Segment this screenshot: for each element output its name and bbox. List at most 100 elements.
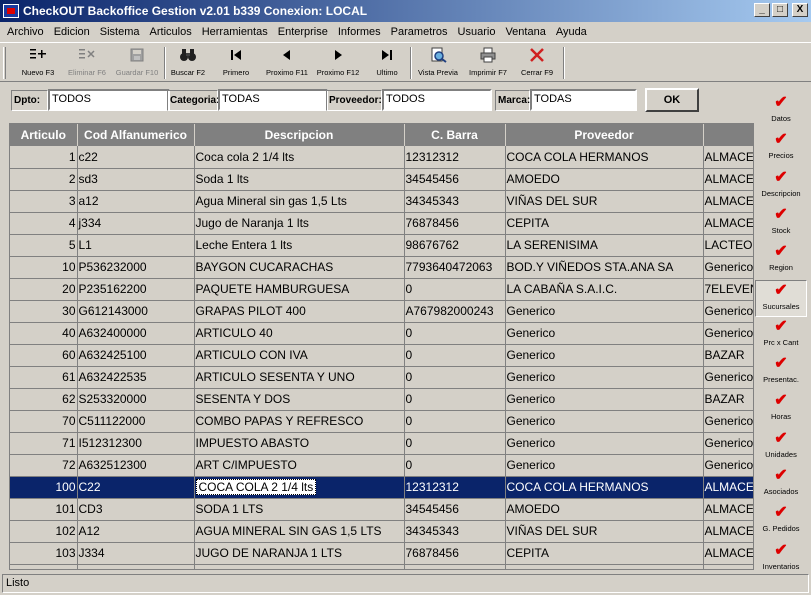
table-row[interactable]: 104L1LECHE ENTERA 1 LTS98676762LA SERENI… (10, 564, 753, 569)
ok-button[interactable]: OK (645, 88, 699, 112)
cell-descripcion[interactable]: COMBO PAPAS Y REFRESCO (194, 410, 405, 433)
table-row[interactable]: 61 A632422535 ARTICULO SESENTA Y UNO 0 Gener… (10, 366, 753, 389)
cell-proveedor[interactable]: CEPITA (505, 212, 704, 235)
menu-articulos[interactable]: Articulos (145, 26, 197, 38)
cell-proveedor[interactable]: Generico (505, 454, 704, 477)
cell-descripcion[interactable]: PAQUETE HAMBURGUESA (194, 278, 405, 301)
cell-rubro[interactable]: 7ELEVEN (703, 278, 753, 301)
cell-cod-alfanumerico[interactable]: sd3 (77, 168, 195, 191)
cell-rubro[interactable]: BAZAR (703, 388, 753, 411)
table-row[interactable]: 62 S253320000 SESENTA Y DOS 0 Generico BAZAR (10, 388, 753, 411)
minimize-button[interactable]: _ (754, 3, 770, 17)
cell-descripcion[interactable]: Agua Mineral sin gas 1,5 Lts (194, 190, 405, 213)
table-row[interactable]: 40 A632400000 ARTICULO 40 0 Generico Generico (10, 322, 753, 345)
cell-rubro[interactable]: Generico (703, 454, 753, 477)
cell-rubro[interactable]: Generico (703, 322, 753, 345)
cell-cod-alfanumerico[interactable]: A632400000 (77, 322, 195, 345)
nuevo-button[interactable]: Nuevo F3 (16, 46, 60, 80)
cell-descripcion[interactable]: LECHE ENTERA 1 LTS (194, 564, 405, 569)
cell-cod-alfanumerico[interactable]: c22 (77, 146, 195, 169)
cell-rubro[interactable]: Generico (703, 432, 753, 455)
cell-descripcion[interactable]: JUGO DE NARANJA 1 LTS (194, 542, 405, 565)
cell-descripcion[interactable]: IMPUESTO ABASTO (194, 432, 405, 455)
articles-grid[interactable]: Articulo Cod Alfanumerico Descripcion C.… (9, 123, 754, 570)
table-row[interactable]: 30 G612143000 GRAPAS PILOT 400 A76798200024… (10, 300, 753, 323)
column-header-articulo[interactable]: Articulo (10, 124, 78, 146)
cell-rubro[interactable]: LACTEOS (703, 564, 753, 569)
menu-archivo[interactable]: Archivo (2, 26, 49, 38)
cell-descripcion[interactable]: Jugo de Naranja 1 lts (194, 212, 405, 235)
cell-cod-alfanumerico[interactable]: S253320000 (77, 388, 195, 411)
dpto-field[interactable]: TODOS (48, 89, 170, 111)
menu-ventana[interactable]: Ventana (500, 26, 550, 38)
cell-c-barra[interactable]: 98676762 (404, 564, 506, 569)
cell-articulo[interactable]: 71 (10, 432, 78, 455)
cell-proveedor[interactable]: AMOEDO (505, 168, 704, 191)
menu-usuario[interactable]: Usuario (453, 26, 501, 38)
menu-informes[interactable]: Informes (333, 26, 386, 38)
cell-rubro[interactable]: ALMACEN (703, 542, 753, 565)
cell-articulo[interactable]: 103 (10, 542, 78, 565)
cell-proveedor[interactable]: AMOEDO (505, 498, 704, 521)
eliminar-button[interactable]: Eliminar F6 (64, 46, 110, 80)
cell-articulo[interactable]: 30 (10, 300, 78, 323)
cell-c-barra[interactable]: 34545456 (404, 168, 506, 191)
cell-c-barra[interactable]: 0 (404, 344, 506, 367)
cell-rubro[interactable]: Generico (703, 256, 753, 279)
column-header-rubro[interactable] (703, 124, 753, 146)
table-row[interactable]: 20 P235162200 PAQUETE HAMBURGUESA 0 LA CABAÑ… (10, 278, 753, 301)
proximo-f12-button[interactable]: Proximo F12 (313, 46, 363, 80)
cell-cod-alfanumerico[interactable]: CD3 (77, 498, 195, 521)
cell-rubro[interactable]: LACTEOS (703, 234, 753, 257)
cell-c-barra[interactable]: A767982000243 (404, 300, 506, 323)
cell-rubro[interactable]: Generico (703, 410, 753, 433)
imprimir-button[interactable]: Imprimir F7 (466, 46, 510, 80)
cell-articulo[interactable]: 62 (10, 388, 78, 411)
cell-proveedor[interactable]: Generico (505, 432, 704, 455)
cerrar-button[interactable]: Cerrar F9 (516, 46, 558, 80)
cell-descripcion[interactable]: COCA COLA 2 1/4 lts (194, 476, 405, 499)
cell-cod-alfanumerico[interactable]: A632422535 (77, 366, 195, 389)
buscar-button[interactable]: Buscar F2 (166, 46, 210, 80)
cell-articulo[interactable]: 3 (10, 190, 78, 213)
cell-rubro[interactable]: ALMACEN (703, 146, 753, 169)
cell-proveedor[interactable]: LA CABAÑA S.A.I.C. (505, 278, 704, 301)
cell-cod-alfanumerico[interactable]: C511122000 (77, 410, 195, 433)
primero-button[interactable]: Primero (216, 46, 256, 80)
cell-articulo[interactable]: 72 (10, 454, 78, 477)
cell-proveedor[interactable]: Generico (505, 366, 704, 389)
cell-proveedor[interactable]: BOD.Y VIÑEDOS STA.ANA SA (505, 256, 704, 279)
cell-c-barra[interactable]: 0 (404, 278, 506, 301)
cell-proveedor[interactable]: Generico (505, 410, 704, 433)
cell-cod-alfanumerico[interactable]: J334 (77, 542, 195, 565)
table-row[interactable]: 100 C22 COCA COLA 2 1/4 lts 12312312 COCA CO… (10, 476, 753, 499)
side-button-presentac[interactable]: ✔ Presentac. (755, 354, 807, 391)
cell-c-barra[interactable]: 0 (404, 432, 506, 455)
menu-edicion[interactable]: Edicion (49, 26, 95, 38)
cell-descripcion[interactable]: SESENTA Y DOS (194, 388, 405, 411)
menu-ayuda[interactable]: Ayuda (551, 26, 592, 38)
cell-proveedor[interactable]: LA SERENISIMA (505, 564, 704, 569)
cell-descripcion[interactable]: ART C/IMPUESTO (194, 454, 405, 477)
cell-descripcion[interactable]: ARTICULO CON IVA (194, 344, 405, 367)
cell-rubro[interactable]: ALMACEN (703, 168, 753, 191)
cell-c-barra[interactable]: 34545456 (404, 498, 506, 521)
side-button-datos[interactable]: ✔ Datos (755, 93, 807, 130)
proveedor-field[interactable]: TODOS (382, 89, 492, 111)
menu-parametros[interactable]: Parametros (386, 26, 453, 38)
table-row[interactable]: 72 A632512300 ART C/IMPUESTO 0 Generico Gener… (10, 454, 753, 477)
column-header-descripcion[interactable]: Descripcion (194, 124, 405, 146)
cell-descripcion[interactable]: ARTICULO 40 (194, 322, 405, 345)
side-button-prc-x-cant[interactable]: ✔ Prc x Cant (755, 317, 807, 354)
cell-rubro[interactable]: ALMACEN (703, 212, 753, 235)
cell-c-barra[interactable]: 98676762 (404, 234, 506, 257)
table-row[interactable]: 102 A12 AGUA MINERAL SIN GAS 1,5 LTS 343453… (10, 520, 753, 543)
cell-cod-alfanumerico[interactable]: P235162200 (77, 278, 195, 301)
cell-c-barra[interactable]: 0 (404, 454, 506, 477)
cell-c-barra[interactable]: 0 (404, 410, 506, 433)
side-button-horas[interactable]: ✔ Horas (755, 391, 807, 428)
cell-cod-alfanumerico[interactable]: I512312300 (77, 432, 195, 455)
cell-articulo[interactable]: 70 (10, 410, 78, 433)
cell-descripcion[interactable]: ARTICULO SESENTA Y UNO (194, 366, 405, 389)
proximo-f11-button[interactable]: Proximo F11 (262, 46, 312, 80)
